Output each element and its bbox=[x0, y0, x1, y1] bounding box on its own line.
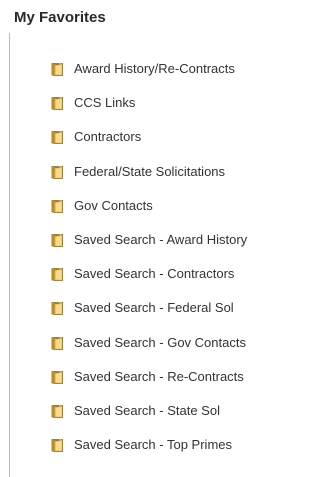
folder-icon bbox=[51, 404, 63, 418]
favorite-item[interactable]: CCS Links bbox=[50, 86, 247, 120]
favorite-item[interactable]: Gov Contacts bbox=[50, 189, 247, 223]
favorite-label: CCS Links bbox=[74, 95, 136, 111]
favorite-item[interactable]: Saved Search - Award History bbox=[50, 223, 247, 257]
folder-icon bbox=[51, 370, 63, 384]
folder-icon bbox=[51, 165, 63, 179]
favorite-label: Gov Contacts bbox=[74, 197, 153, 213]
folder-icon bbox=[51, 268, 63, 282]
favorite-item[interactable]: Federal/State Solicitations bbox=[50, 155, 247, 189]
folder-icon bbox=[51, 63, 63, 76]
panel-title: My Favorites bbox=[14, 9, 106, 26]
folder-icon bbox=[51, 199, 63, 213]
favorites-panel: My Favorites Award History/Re-Contracts … bbox=[0, 0, 279, 477]
favorite-label: Saved Search - Top Primes bbox=[74, 437, 232, 453]
favorite-item[interactable]: Saved Search - Gov Contacts bbox=[50, 326, 247, 360]
favorite-label: Saved Search - Federal Sol bbox=[74, 300, 234, 316]
favorite-item[interactable]: Saved Search - State Sol bbox=[50, 394, 247, 428]
favorite-label: Award History/Re-Contracts bbox=[74, 61, 235, 77]
folder-icon bbox=[51, 97, 63, 111]
panel-left-border bbox=[9, 33, 10, 477]
favorite-item[interactable]: Saved Search - Contractors bbox=[50, 257, 247, 291]
folder-icon bbox=[51, 439, 63, 453]
favorite-label: Saved Search - Contractors bbox=[74, 266, 235, 282]
favorite-label: Saved Search - Award History bbox=[74, 232, 248, 248]
favorite-item[interactable]: Award History/Re-Contracts bbox=[50, 52, 247, 86]
favorite-label: Saved Search - Re-Contracts bbox=[74, 368, 244, 384]
favorite-label: Contractors bbox=[74, 129, 142, 145]
folder-icon bbox=[51, 302, 63, 316]
favorite-item[interactable]: Saved Search - Re-Contracts bbox=[50, 360, 247, 394]
favorite-item[interactable]: Contractors bbox=[50, 120, 247, 154]
favorite-label: Federal/State Solicitations bbox=[74, 163, 226, 179]
favorite-item[interactable]: Saved Search - Federal Sol bbox=[50, 291, 247, 325]
favorite-item[interactable]: Saved Search - Top Primes bbox=[50, 428, 247, 462]
favorite-label: Saved Search - Gov Contacts bbox=[74, 334, 246, 350]
folder-icon bbox=[51, 336, 63, 350]
folder-icon bbox=[51, 131, 63, 145]
favorite-label: Saved Search - State Sol bbox=[74, 402, 220, 418]
favorites-list: Award History/Re-Contracts CCS Links Con… bbox=[50, 52, 247, 462]
folder-icon bbox=[51, 234, 63, 247]
